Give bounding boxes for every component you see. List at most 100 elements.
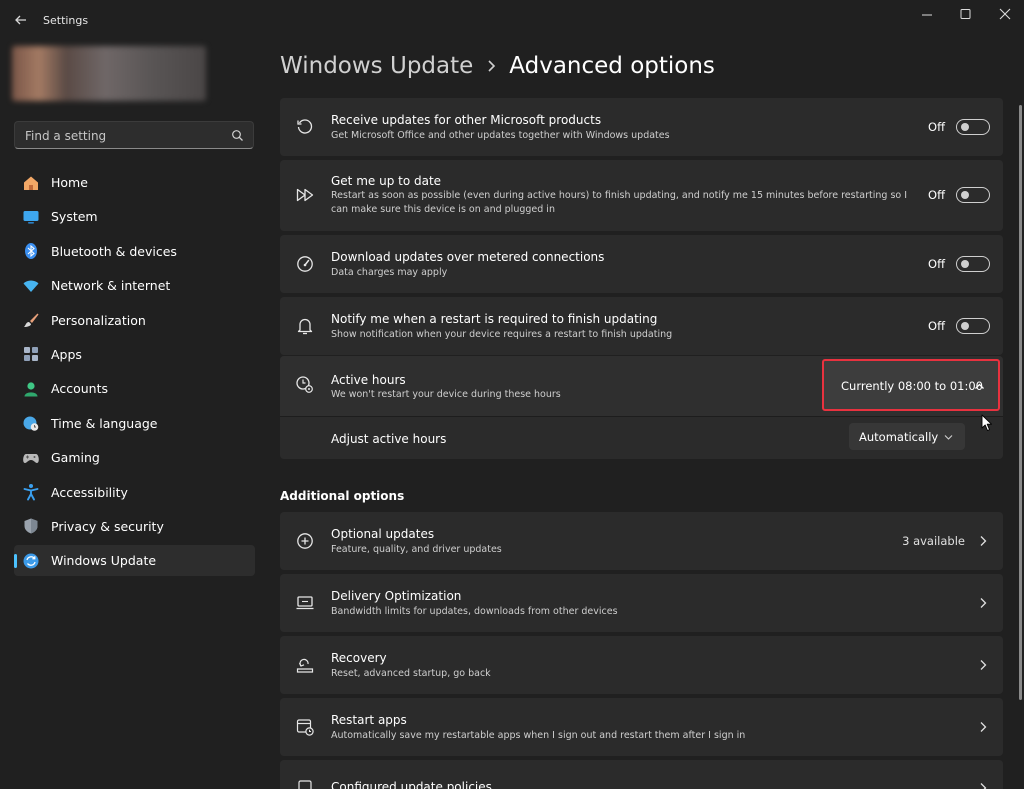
plus-circle-icon <box>295 531 315 551</box>
network-icon <box>22 277 40 295</box>
search-box[interactable] <box>14 121 254 149</box>
home-icon <box>22 174 40 192</box>
sidebar-item-privacy-security[interactable]: Privacy & security <box>14 511 255 542</box>
sidebar-item-label: Network & internet <box>51 278 171 294</box>
fast-forward-icon <box>295 185 315 205</box>
sidebar: Home System Bluetooth & devices Network … <box>0 42 268 789</box>
sidebar-item-label: Personalization <box>51 312 146 328</box>
optional-updates-count: 3 available <box>902 534 965 548</box>
search-icon[interactable] <box>231 129 244 142</box>
close-button[interactable] <box>985 4 1023 26</box>
option-title: Configured update policies <box>331 780 492 789</box>
active-hours-summary[interactable]: Currently 08:00 to 01:00 <box>822 359 1000 411</box>
setting-title: Receive updates for other Microsoft prod… <box>331 113 602 127</box>
setting-title: Notify me when a restart is required to … <box>331 312 658 326</box>
clock-settings-icon <box>295 375 315 395</box>
option-description: Bandwidth limits for updates, downloads … <box>331 606 618 617</box>
section-title: Additional options <box>280 489 405 503</box>
apps-icon <box>22 345 40 363</box>
sidebar-item-label: Gaming <box>51 450 100 466</box>
toggle-state-label: Off <box>928 319 945 333</box>
sidebar-item-personalization[interactable]: Personalization <box>14 305 255 336</box>
active-hours-header[interactable]: Active hours We won't restart your devic… <box>280 356 1003 416</box>
toggle-knob <box>961 191 969 199</box>
bluetooth-icon <box>22 242 40 260</box>
back-button[interactable] <box>10 10 32 30</box>
sidebar-item-network[interactable]: Network & internet <box>14 270 255 301</box>
divider <box>280 416 1003 417</box>
option-title: Recovery <box>331 651 387 665</box>
policy-icon <box>295 779 315 789</box>
chevron-right-icon <box>980 660 987 670</box>
sidebar-item-label: Time & language <box>51 415 158 431</box>
sidebar-item-home[interactable]: Home <box>14 167 255 198</box>
sidebar-item-label: System <box>51 209 98 225</box>
update-icon <box>22 552 40 570</box>
minimize-button[interactable] <box>908 4 946 26</box>
scrollbar[interactable] <box>1019 105 1022 700</box>
chevron-down-icon <box>944 435 953 440</box>
chevron-up-icon <box>975 383 984 389</box>
option-title: Delivery Optimization <box>331 589 462 603</box>
sidebar-item-label: Home <box>51 175 88 190</box>
toggle-knob <box>961 322 969 330</box>
setting-title: Active hours <box>331 373 406 387</box>
delivery-optimization-icon <box>295 593 315 613</box>
sidebar-item-windows-update[interactable]: Windows Update <box>14 545 255 577</box>
app-title: Settings <box>43 14 89 27</box>
chevron-right-icon <box>477 56 505 76</box>
accessibility-icon <box>22 483 40 501</box>
setting-title: Get me up to date <box>331 174 442 188</box>
back-arrow-icon <box>15 15 26 25</box>
setting-restart-notification: Notify me when a restart is required to … <box>280 297 1003 355</box>
chevron-right-icon <box>980 722 987 732</box>
toggle-knob <box>961 123 969 131</box>
toggle-switch[interactable] <box>956 256 990 272</box>
setting-description: Get Microsoft Office and other updates t… <box>331 130 670 141</box>
setting-description: Restart as soon as possible (even during… <box>331 190 908 215</box>
sidebar-item-bluetooth[interactable]: Bluetooth & devices <box>14 236 255 267</box>
sidebar-item-gaming[interactable]: Gaming <box>14 442 255 473</box>
sidebar-item-apps[interactable]: Apps <box>14 339 255 370</box>
chevron-right-icon <box>980 598 987 608</box>
sidebar-item-label: Accounts <box>51 381 108 397</box>
speedometer-icon <box>295 254 315 274</box>
option-recovery[interactable]: Recovery Reset, advanced startup, go bac… <box>280 636 1003 694</box>
sidebar-item-label: Apps <box>51 346 82 362</box>
option-optional-updates[interactable]: Optional updates Feature, quality, and d… <box>280 512 1003 570</box>
shield-icon <box>22 517 40 535</box>
setting-get-up-to-date: Get me up to date Restart as soon as pos… <box>280 160 1003 231</box>
breadcrumb-parent[interactable]: Windows Update <box>280 53 473 79</box>
accounts-icon <box>22 380 40 398</box>
globe-clock-icon <box>22 414 40 432</box>
option-description: Feature, quality, and driver updates <box>331 544 502 555</box>
recovery-icon <box>295 655 315 675</box>
toggle-switch[interactable] <box>956 318 990 334</box>
sidebar-item-accounts[interactable]: Accounts <box>14 373 255 404</box>
sidebar-item-label: Bluetooth & devices <box>51 243 177 259</box>
option-restart-apps[interactable]: Restart apps Automatically save my resta… <box>280 698 1003 756</box>
setting-description: Show notification when your device requi… <box>331 329 673 340</box>
title-bar: Settings <box>0 0 1024 42</box>
option-configured-policies[interactable]: Configured update policies <box>280 760 1003 789</box>
toggle-state-label: Off <box>928 257 945 271</box>
toggle-switch[interactable] <box>956 187 990 203</box>
setting-description: Data charges may apply <box>331 267 448 278</box>
sidebar-item-time-language[interactable]: Time & language <box>14 408 255 439</box>
sidebar-item-system[interactable]: System <box>14 201 255 232</box>
option-delivery-optimization[interactable]: Delivery Optimization Bandwidth limits f… <box>280 574 1003 632</box>
sidebar-item-accessibility[interactable]: Accessibility <box>14 477 255 508</box>
active-hours-current: Currently 08:00 to 01:00 <box>841 379 983 393</box>
adjust-active-hours-select[interactable]: Automatically <box>849 423 965 450</box>
bell-icon <box>295 316 315 336</box>
restart-apps-icon <box>295 717 315 737</box>
setting-other-products: Receive updates for other Microsoft prod… <box>280 98 1003 156</box>
avatar[interactable] <box>12 46 206 101</box>
maximize-button[interactable] <box>946 4 984 26</box>
adjust-active-hours-label: Adjust active hours <box>331 432 447 446</box>
close-icon <box>999 8 1011 20</box>
option-description: Reset, advanced startup, go back <box>331 668 491 679</box>
toggle-switch[interactable] <box>956 119 990 135</box>
option-description: Automatically save my restartable apps w… <box>331 730 746 741</box>
search-input[interactable] <box>23 126 227 146</box>
